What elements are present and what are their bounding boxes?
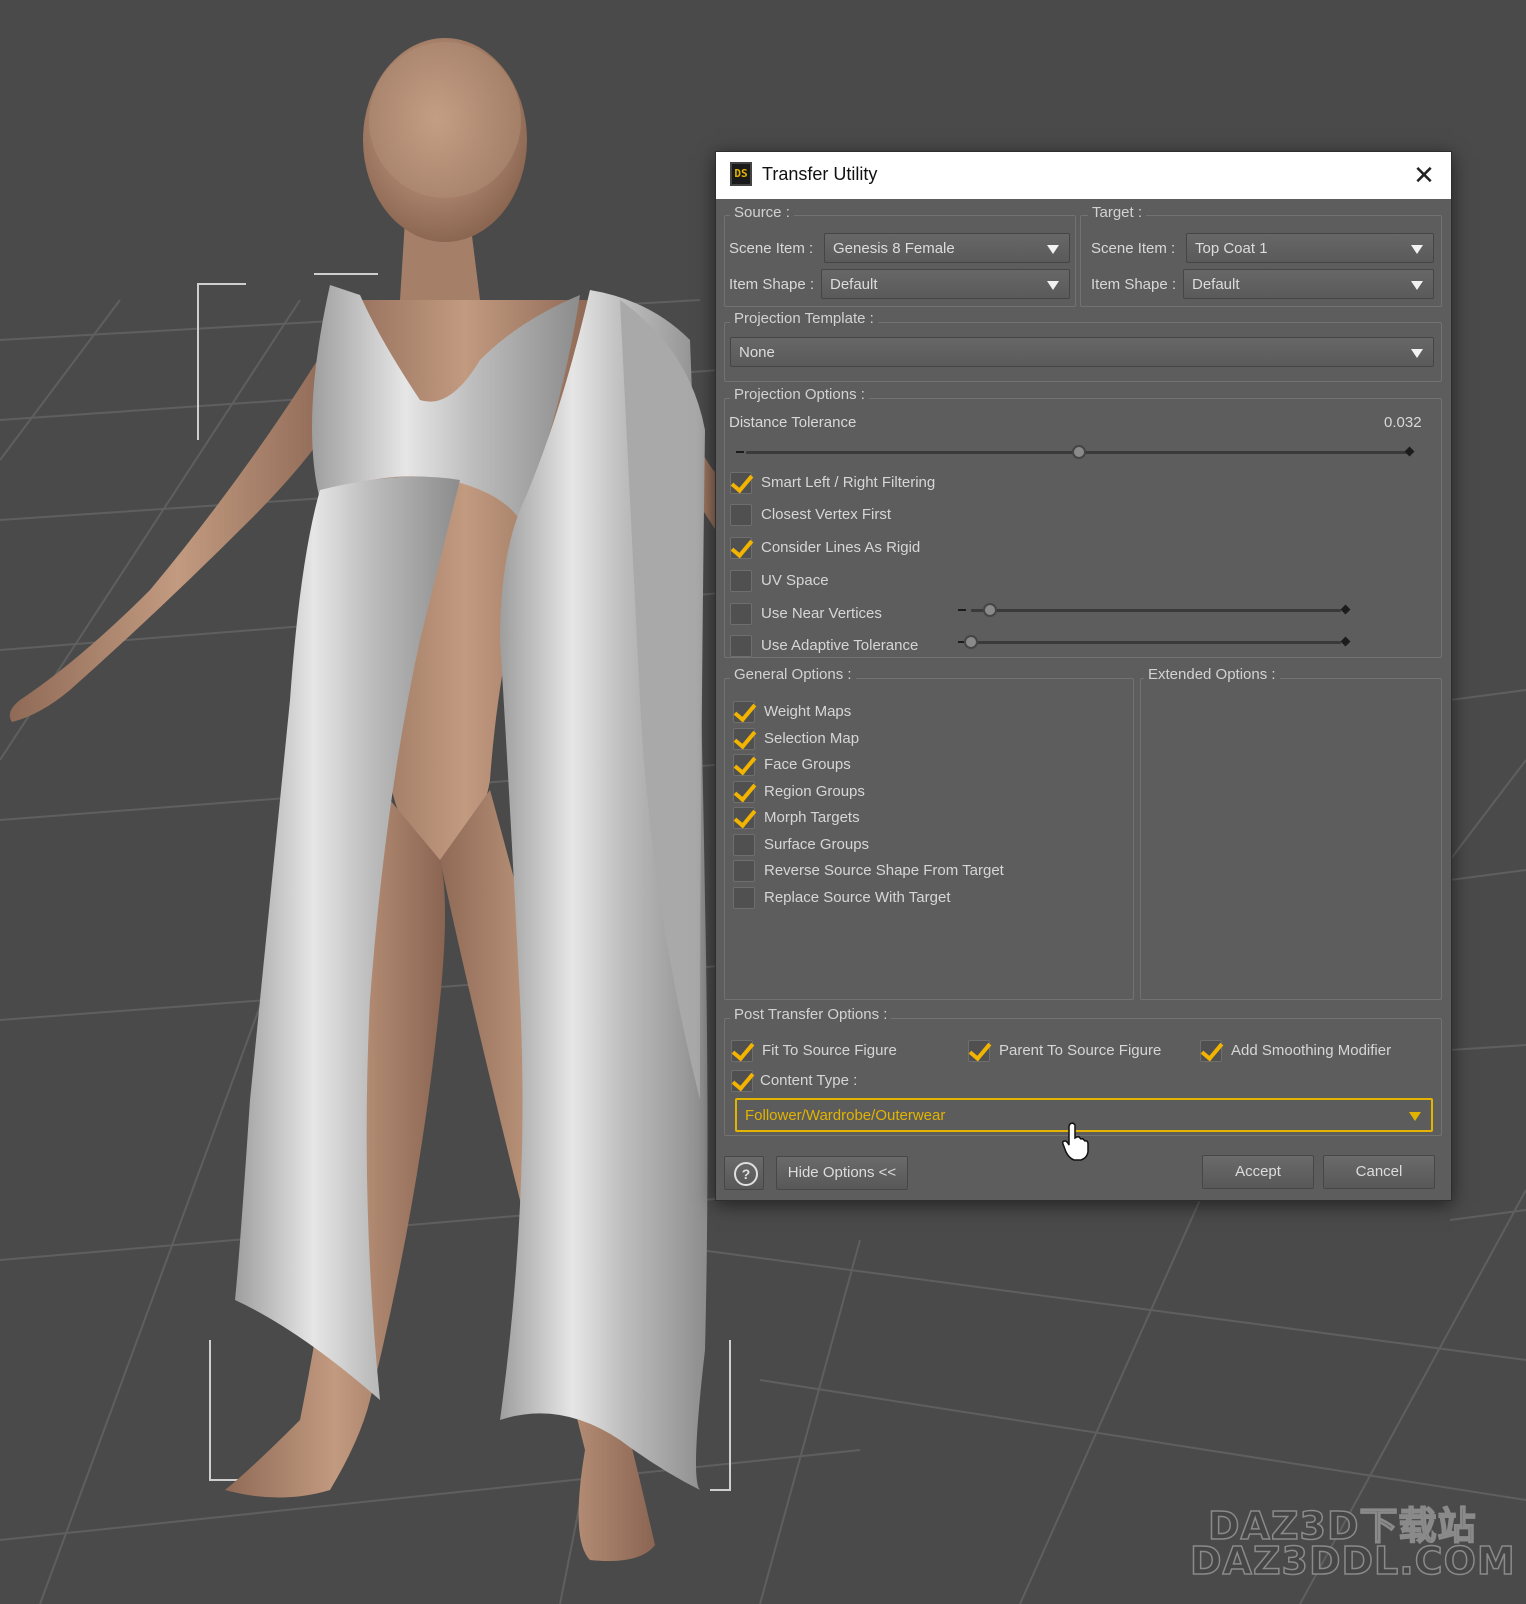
target-item-shape-value: Default — [1192, 276, 1240, 293]
distance-tolerance-slider-knob[interactable] — [1071, 445, 1086, 459]
add-smoothing-label[interactable]: Add Smoothing Modifier — [1231, 1042, 1391, 1059]
source-scene-item-label: Scene Item : — [729, 240, 814, 257]
parent-to-source-checkbox[interactable] — [968, 1037, 992, 1062]
weight-maps-checkbox[interactable] — [733, 698, 757, 723]
dialog-title: Transfer Utility — [762, 164, 878, 184]
checkmark-icon — [733, 778, 757, 802]
post-transfer-options-title: Post Transfer Options : — [730, 1006, 892, 1023]
target-group-title: Target : — [1088, 204, 1147, 221]
content-type-checkbox[interactable] — [731, 1067, 755, 1092]
surface-groups-label[interactable]: Surface Groups — [764, 836, 869, 853]
projection-template-value: None — [739, 344, 775, 361]
chevron-down-icon — [1411, 281, 1423, 290]
use-near-vertices-checkbox[interactable] — [730, 603, 752, 625]
consider-lines-as-rigid-label[interactable]: Consider Lines As Rigid — [761, 539, 920, 556]
watermark-line-2: DAZ3DDL.COM — [1189, 1538, 1516, 1584]
checkmark-icon — [733, 725, 757, 749]
smart-left-right-filtering-label[interactable]: Smart Left / Right Filtering — [761, 474, 935, 491]
face-groups-checkbox[interactable] — [733, 751, 757, 776]
checkmark-icon — [733, 698, 757, 723]
chevron-down-icon — [1047, 281, 1059, 290]
checkmark-icon — [968, 1037, 992, 1062]
fit-to-source-checkbox[interactable] — [731, 1037, 755, 1062]
smart-left-right-filtering-checkbox[interactable] — [730, 469, 754, 494]
use-near-vertices-label[interactable]: Use Near Vertices — [761, 605, 882, 622]
chevron-down-icon — [1047, 245, 1059, 254]
chevron-down-icon — [1411, 349, 1423, 358]
uv-space-checkbox[interactable] — [730, 570, 752, 592]
target-item-shape-label: Item Shape : — [1091, 276, 1177, 293]
reverse-source-shape-checkbox[interactable] — [733, 860, 755, 882]
add-smoothing-checkbox[interactable] — [1200, 1037, 1224, 1062]
use-adaptive-tolerance-checkbox[interactable] — [730, 635, 752, 657]
content-type-label[interactable]: Content Type : — [760, 1072, 857, 1089]
projection-template-dropdown[interactable]: None — [730, 337, 1434, 367]
checkmark-icon — [730, 469, 754, 494]
consider-lines-as-rigid-checkbox[interactable] — [730, 534, 754, 559]
adaptive-tolerance-slider-knob[interactable] — [964, 635, 978, 649]
morph-targets-label[interactable]: Morph Targets — [764, 809, 860, 826]
slider-min-marker — [736, 451, 744, 453]
morph-targets-checkbox[interactable] — [733, 804, 757, 829]
surface-groups-checkbox[interactable] — [733, 833, 755, 856]
parent-to-source-label[interactable]: Parent To Source Figure — [999, 1042, 1161, 1059]
checkmark-icon — [733, 751, 757, 776]
replace-source-with-target-checkbox[interactable] — [733, 886, 755, 909]
source-item-shape-label: Item Shape : — [729, 276, 815, 293]
source-item-shape-value: Default — [830, 276, 878, 293]
uv-space-label[interactable]: UV Space — [761, 572, 829, 589]
daz-studio-app-icon: DS — [730, 162, 752, 186]
target-scene-item-label: Scene Item : — [1091, 240, 1176, 257]
closest-vertex-first-checkbox[interactable] — [730, 504, 752, 526]
reverse-source-shape-label[interactable]: Reverse Source Shape From Target — [764, 862, 1004, 879]
face-groups-label[interactable]: Face Groups — [764, 756, 851, 773]
projection-options-title: Projection Options : — [730, 386, 869, 403]
region-groups-checkbox[interactable] — [733, 778, 757, 803]
help-button[interactable]: ? — [724, 1156, 764, 1190]
general-options-title: General Options : — [730, 666, 856, 683]
target-item-shape-dropdown[interactable]: Default — [1183, 269, 1434, 299]
distance-tolerance-label: Distance Tolerance — [729, 414, 857, 431]
dialog-titlebar[interactable]: DS Transfer Utility ✕ — [716, 152, 1451, 199]
selection-map-label[interactable]: Selection Map — [764, 730, 859, 747]
projection-template-title: Projection Template : — [730, 310, 878, 327]
target-scene-item-dropdown[interactable]: Top Coat 1 — [1186, 233, 1434, 263]
selection-map-checkbox[interactable] — [733, 725, 757, 750]
chevron-down-icon — [1409, 1112, 1421, 1121]
closest-vertex-first-label[interactable]: Closest Vertex First — [761, 506, 891, 523]
distance-tolerance-value[interactable]: 0.032 — [1384, 414, 1422, 431]
source-scene-item-dropdown[interactable]: Genesis 8 Female — [824, 233, 1070, 263]
adaptive-tolerance-slider[interactable] — [971, 641, 1341, 644]
hand-cursor-icon — [1062, 1122, 1089, 1161]
checkmark-icon — [731, 1037, 755, 1062]
replace-source-with-target-label[interactable]: Replace Source With Target — [764, 889, 950, 906]
fit-to-source-label[interactable]: Fit To Source Figure — [762, 1042, 897, 1059]
close-icon[interactable]: ✕ — [1407, 158, 1441, 192]
chevron-down-icon — [1411, 245, 1423, 254]
use-adaptive-tolerance-label[interactable]: Use Adaptive Tolerance — [761, 637, 918, 654]
accept-button[interactable]: Accept — [1202, 1155, 1314, 1189]
cancel-button[interactable]: Cancel — [1323, 1155, 1435, 1189]
transfer-utility-dialog: DS Transfer Utility ✕ Source : Scene Ite… — [715, 151, 1452, 1201]
checkmark-icon — [730, 534, 754, 559]
slider-min-marker — [958, 609, 966, 611]
weight-maps-label[interactable]: Weight Maps — [764, 703, 851, 720]
near-vertices-slider[interactable] — [971, 609, 1341, 612]
source-item-shape-dropdown[interactable]: Default — [821, 269, 1070, 299]
source-scene-item-value: Genesis 8 Female — [833, 240, 955, 257]
content-type-value: Follower/Wardrobe/Outerwear — [745, 1107, 946, 1124]
source-group-title: Source : — [730, 204, 794, 221]
extended-options-title: Extended Options : — [1144, 666, 1280, 683]
extended-options-group — [1140, 678, 1442, 1000]
checkmark-icon — [733, 804, 757, 829]
help-icon: ? — [734, 1162, 758, 1186]
hide-options-button[interactable]: Hide Options << — [776, 1156, 908, 1190]
near-vertices-slider-knob[interactable] — [982, 603, 997, 617]
target-scene-item-value: Top Coat 1 — [1195, 240, 1268, 257]
region-groups-label[interactable]: Region Groups — [764, 783, 865, 800]
checkmark-icon — [731, 1067, 755, 1092]
checkmark-icon — [1200, 1037, 1224, 1062]
